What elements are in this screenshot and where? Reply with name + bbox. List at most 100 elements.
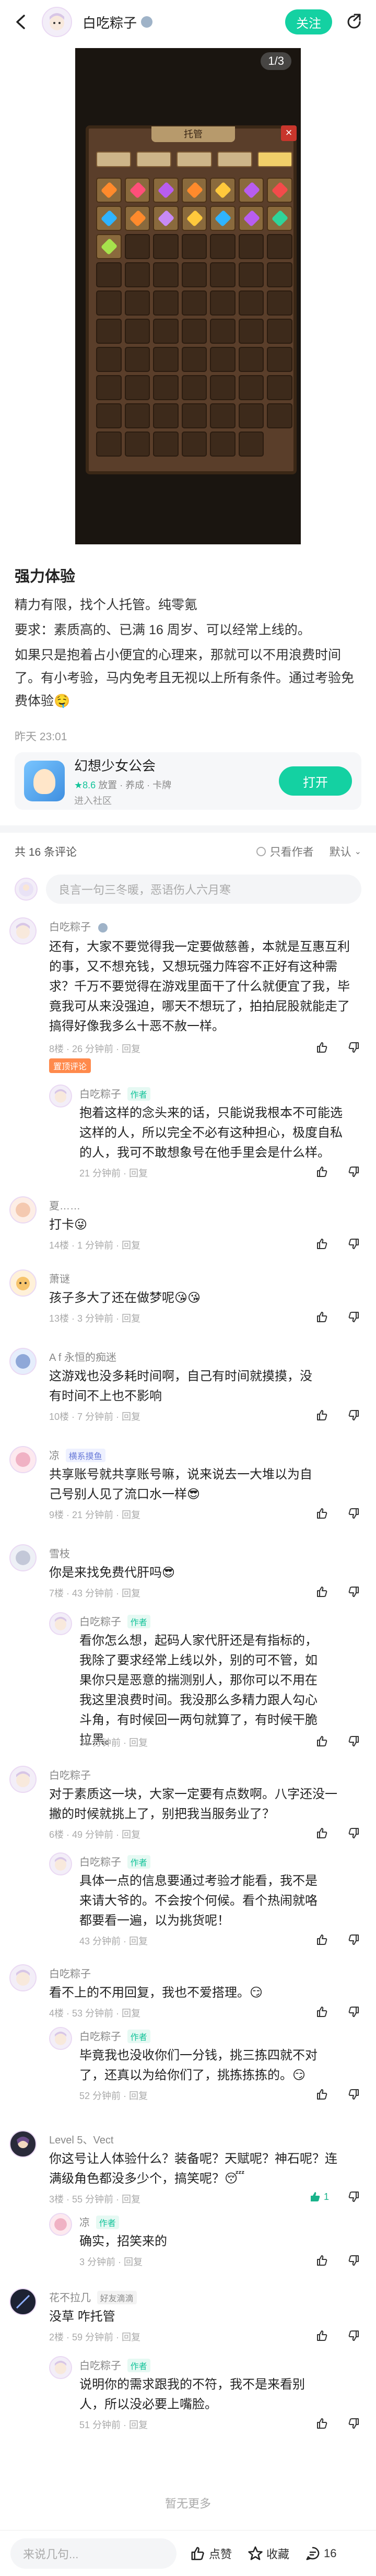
like-button[interactable]: 1 [309, 2190, 329, 2204]
like-button[interactable] [315, 1585, 329, 1599]
author-avatar[interactable] [42, 7, 72, 37]
inventory-slot [210, 262, 236, 287]
avatar-icon [54, 1857, 67, 1871]
radio-icon [256, 847, 266, 856]
like-button[interactable] [315, 2005, 329, 2019]
avatar-icon [54, 1616, 67, 1630]
bottom-bar: 来说几句... 点赞 收藏 16 [0, 2530, 376, 2576]
dislike-button[interactable] [347, 2329, 360, 2342]
post-image[interactable]: 1/3 托管 × [75, 48, 301, 544]
dislike-button[interactable] [347, 1310, 360, 1324]
like-button[interactable] [315, 2417, 329, 2430]
share-button[interactable] [344, 11, 365, 32]
replier-avatar[interactable] [49, 1085, 72, 1108]
comment-meta: 10楼 · 7 分钟前 · 回复 [49, 1412, 141, 1422]
thumb-down-icon [348, 2192, 359, 2202]
commenter-name: 白吃粽子 [49, 1968, 91, 1980]
commenter-avatar[interactable] [9, 1348, 37, 1375]
commenter-avatar[interactable] [9, 1766, 37, 1793]
like-button[interactable] [315, 2329, 329, 2342]
inventory-slot [153, 432, 179, 457]
dislike-button[interactable] [347, 1585, 360, 1599]
author-name[interactable]: 白吃粽子 [83, 13, 137, 32]
game-card[interactable]: 幻想少女公会 ★8.6 放置 · 养成 · 卡牌 进入社区 打开 [15, 752, 361, 810]
inventory-slot [238, 206, 264, 231]
replier-avatar[interactable] [49, 1852, 72, 1875]
thumb-down-icon [348, 2007, 359, 2017]
game-forum-link[interactable]: 进入社区 [74, 794, 279, 807]
comment-button[interactable]: 16 [305, 2546, 337, 2561]
inventory-slot [153, 178, 179, 203]
dislike-button[interactable] [347, 2088, 360, 2101]
dislike-button[interactable] [347, 1734, 360, 1748]
commenter-avatar[interactable] [9, 1196, 37, 1223]
only-author-toggle[interactable]: 只看作者 [256, 844, 314, 859]
dislike-button[interactable] [347, 1826, 360, 1840]
inventory-slot [210, 375, 236, 400]
comment-text: 孩子多大了还在做梦呢😘😘 [49, 1291, 201, 1305]
replier-avatar[interactable] [49, 1612, 72, 1635]
player-tag: 横系摸鱼 [65, 1449, 105, 1462]
bottom-comment-input[interactable]: 来说几句... [10, 2538, 177, 2569]
section-divider [0, 825, 376, 833]
avatar-icon [50, 13, 64, 30]
replier-avatar[interactable] [49, 2027, 72, 2050]
commenter-avatar[interactable] [9, 917, 37, 945]
commenter-name-text: 凉 [49, 1450, 60, 1462]
dislike-button[interactable] [347, 1408, 360, 1422]
no-more-text: 暂无更多 [164, 2497, 211, 2510]
author-tag: 作者 [127, 2359, 150, 2372]
game-app-icon [24, 761, 65, 801]
like-button[interactable] [315, 2254, 329, 2267]
commenter-avatar[interactable] [9, 1544, 37, 1571]
dislike-button[interactable] [347, 2005, 360, 2019]
inventory-slot [124, 178, 150, 203]
like-button[interactable] [315, 1408, 329, 1422]
commenter-avatar[interactable] [9, 1964, 37, 1991]
reply-actions [315, 1734, 360, 1748]
replier-avatar[interactable] [49, 2213, 72, 2236]
commenter-avatar[interactable] [9, 2288, 37, 2315]
like-button[interactable] [315, 1165, 329, 1179]
post-title: 强力体验 [15, 568, 76, 585]
like-button[interactable] [315, 1237, 329, 1251]
dislike-button[interactable] [347, 1237, 360, 1251]
back-button[interactable] [11, 13, 29, 31]
like-button[interactable] [315, 1041, 329, 1054]
inventory-slot [181, 178, 207, 203]
like-post-button[interactable]: 点赞 [190, 2545, 232, 2562]
dislike-button[interactable] [347, 2254, 360, 2267]
dislike-button[interactable] [347, 1507, 360, 1520]
replier-avatar[interactable] [49, 2356, 72, 2379]
dislike-button[interactable] [347, 1933, 360, 1946]
favorite-button[interactable]: 收藏 [248, 2545, 289, 2562]
open-game-button[interactable]: 打开 [279, 766, 352, 796]
inventory-slot [96, 234, 122, 259]
replier-name-text: 白吃粽子 [79, 2360, 121, 2372]
dislike-button[interactable] [347, 2190, 360, 2204]
commenter-avatar[interactable] [9, 2130, 37, 2158]
like-button[interactable] [315, 1507, 329, 1520]
replier-name: 凉 作者 [79, 2214, 119, 2229]
like-button[interactable] [315, 2088, 329, 2101]
commenter-avatar[interactable] [9, 1269, 37, 1297]
like-button[interactable] [315, 1933, 329, 1946]
comment-meta: 6楼 · 49 分钟前 · 回复 [49, 1829, 141, 1840]
sort-dropdown[interactable]: 默认 ⌄ [330, 844, 361, 859]
like-button[interactable] [315, 1310, 329, 1324]
dislike-button[interactable] [347, 1041, 360, 1054]
commenter-avatar[interactable] [9, 1446, 37, 1473]
comment-actions [315, 1310, 360, 1324]
avatar-icon [16, 1277, 30, 1290]
inventory-slot [210, 234, 236, 259]
post-paragraph: 精力有限，找个人托管。纯零氪 [15, 598, 198, 612]
comment-input[interactable]: 良言一句三冬暖，恶语伤人六月寒 [46, 875, 361, 904]
author-tag: 作者 [127, 1855, 150, 1869]
thumb-up-icon [317, 1410, 327, 1420]
like-button[interactable] [315, 1734, 329, 1748]
dislike-button[interactable] [347, 2417, 360, 2430]
dislike-button[interactable] [347, 1165, 360, 1179]
like-button[interactable] [315, 1826, 329, 1840]
inventory-slot [238, 290, 264, 316]
follow-button[interactable]: 关注 [285, 9, 332, 34]
